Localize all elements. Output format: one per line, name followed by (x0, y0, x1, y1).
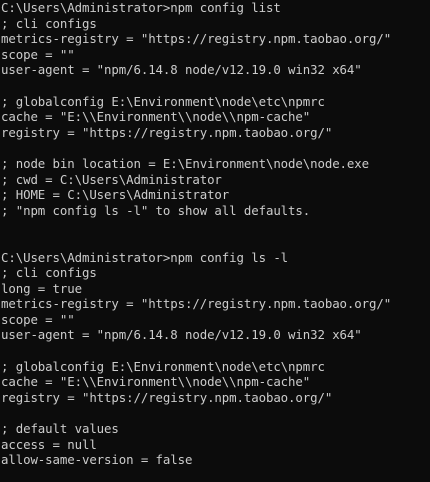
terminal-output[interactable]: C:\Users\Administrator>npm config list ;… (0, 0, 430, 482)
terminal-line: allow-same-version = false (1, 452, 193, 468)
terminal-line: metrics-registry = "https://registry.npm… (1, 31, 392, 47)
terminal-line: registry = "https://registry.npm.taobao.… (1, 389, 333, 405)
terminal-line: user-agent = "npm/6.14.8 node/v12.19.0 w… (1, 327, 362, 343)
terminal-line: registry = "https://registry.npm.taobao.… (1, 124, 333, 140)
terminal-line: ; cli configs (1, 265, 97, 281)
terminal-line: metrics-registry = "https://registry.npm… (1, 296, 392, 312)
terminal-line: ; default values (1, 421, 119, 437)
terminal-line: ; globalconfig E:\Environment\node\etc\n… (1, 93, 325, 109)
terminal-line: scope = "" (1, 311, 75, 327)
terminal-line: user-agent = "npm/6.14.8 node/v12.19.0 w… (1, 62, 362, 78)
terminal-line: cache = "E:\\Environment\\node\\npm-cach… (1, 109, 311, 125)
terminal-line: cache = "E:\\Environment\\node\\npm-cach… (1, 374, 311, 390)
terminal-line: C:\Users\Administrator>npm config list (1, 0, 281, 15)
terminal-line: ; globalconfig E:\Environment\node\etc\n… (1, 358, 325, 374)
terminal-line: ; cwd = C:\Users\Administrator (1, 171, 222, 187)
terminal-line: ; HOME = C:\Users\Administrator (1, 187, 230, 203)
terminal-line: ; cli configs (1, 15, 97, 31)
terminal-line: ; "npm config ls -l" to show all default… (1, 202, 311, 218)
terminal-line: C:\Users\Administrator>npm config ls -l (1, 249, 289, 265)
terminal-line: long = true (1, 280, 82, 296)
terminal-line: ; node bin location = E:\Environment\nod… (1, 155, 369, 171)
terminal-line: scope = "" (1, 46, 75, 62)
terminal-line: access = null (1, 436, 97, 452)
